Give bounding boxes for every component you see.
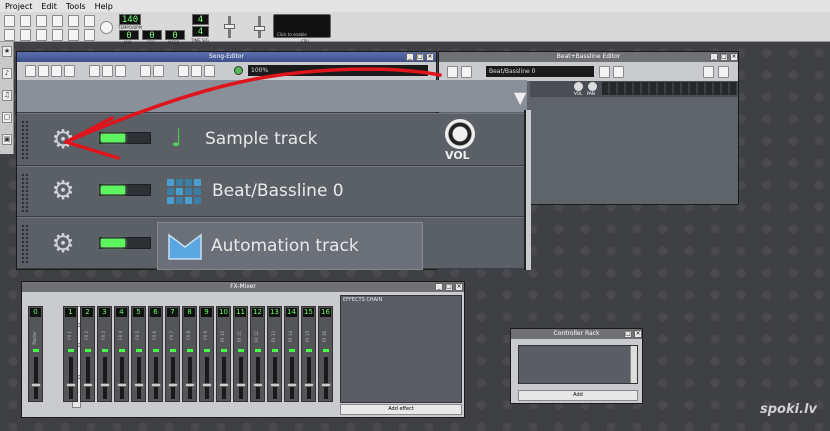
mixer-fader[interactable] [290,357,294,399]
fx-mixer-window: FX-Mixer _ □ × 0 Master A B C D 1FX 1 2F… [21,281,465,418]
mixer-channel-number: 5 [133,308,144,317]
controller-rack-close-button[interactable]: × [634,330,642,338]
effects-chain-panel: EFFECTS CHAIN [340,295,462,403]
mixer-channel-label: FX 14 [288,331,293,343]
mixer-channel-label: FX 2 [84,331,89,340]
mixer-channel-label: FX 10 [220,331,225,343]
mixer-strip-fx[interactable]: 1 FX 1 [63,306,78,402]
mixer-channel-number: 11 [235,308,246,317]
mixer-channel-number: 7 [167,308,178,317]
mixer-channel-number: 16 [320,308,331,317]
mixer-fader[interactable] [324,357,328,399]
mixer-strip-fx[interactable]: 2 FX 2 [80,306,95,402]
mixer-strip-fx[interactable]: 6 FX 6 [148,306,163,402]
watermark: spoki.lv [760,402,817,417]
mixer-channel-number: 13 [269,308,280,317]
mixer-strip-fx[interactable]: 10 FX 10 [216,306,231,402]
mixer-channel-number: 6 [150,308,161,317]
controller-rack-title: Controller Rack [511,329,642,339]
mixer-strip-master[interactable]: 0 Master [28,306,43,402]
mixer-fader[interactable] [171,357,175,399]
add-controller-button[interactable]: Add [518,390,638,401]
mixer-fader[interactable] [137,357,141,399]
mixer-channel-label: FX 8 [186,331,191,340]
mixer-strip-fx[interactable]: 7 FX 7 [165,306,180,402]
mixer-fader[interactable] [69,357,73,399]
mixer-channel-label: FX 12 [254,331,259,343]
fx-mixer-title: FX-Mixer [22,282,464,292]
mixer-fader[interactable] [34,357,38,399]
mixer-channel-number: 15 [303,308,314,317]
mixer-strip-fx[interactable]: 3 FX 3 [97,306,112,402]
mixer-strip-fx[interactable]: 14 FX 14 [284,306,299,402]
mixer-channel-number: 8 [184,308,195,317]
mixer-channel-number: 2 [82,308,93,317]
add-effect-button[interactable]: Add effect [340,404,462,415]
mixer-fader[interactable] [86,357,90,399]
mixer-channel-label: FX 3 [101,331,106,340]
controller-rack-maximize-button[interactable]: □ [624,330,632,338]
mixer-channel-label: FX 6 [152,331,157,340]
mixer-fader[interactable] [273,357,277,399]
mixer-channel-label: FX 5 [135,331,140,340]
mixer-channel-label: FX 15 [305,331,310,343]
mixer-strip-fx[interactable]: 13 FX 13 [267,306,282,402]
mixer-fader[interactable] [154,357,158,399]
mixer-channel-number: 9 [201,308,212,317]
mixer-fader[interactable] [222,357,226,399]
mixer-strip-fx[interactable]: 8 FX 8 [182,306,197,402]
mixer-channel-label: FX 4 [118,331,123,340]
mixer-fader[interactable] [103,357,107,399]
mixer-strip-fx[interactable]: 4 FX 4 [114,306,129,402]
mixer-strip-fx[interactable]: 15 FX 15 [301,306,316,402]
mixer-strip-fx[interactable]: 12 FX 12 [250,306,265,402]
mixer-channel-number: 10 [218,308,229,317]
controller-list-scrollbar[interactable] [630,346,637,383]
fx-mixer-close-button[interactable]: × [455,283,463,291]
mixer-channel-label: FX 11 [237,331,242,343]
mixer-channel-number: 14 [286,308,297,317]
mixer-strip-fx[interactable]: 11 FX 11 [233,306,248,402]
mixer-fader[interactable] [307,357,311,399]
mixer-fader[interactable] [205,357,209,399]
fx-mixer-minimize-button[interactable]: _ [435,283,443,291]
mixer-channel-number: 0 [30,308,41,317]
mixer-channel-label: FX 1 [67,331,72,340]
mixer-channel-label: FX 16 [322,331,327,343]
mixer-channel-label: Master [32,331,37,345]
mixer-channel-number: 12 [252,308,263,317]
mixer-channel-number: 1 [65,308,76,317]
mixer-fader[interactable] [188,357,192,399]
effects-chain-label: EFFECTS CHAIN [343,297,383,303]
mixer-channel-label: FX 9 [203,331,208,340]
mixer-strip-fx[interactable]: 5 FX 5 [131,306,146,402]
controller-list [518,345,638,384]
controller-rack-window: Controller Rack □ × Add [510,328,643,404]
mixer-strip-fx[interactable]: 9 FX 9 [199,306,214,402]
mixer-channel-number: 3 [99,308,110,317]
mixer-channel-number: 4 [116,308,127,317]
mixer-fader[interactable] [120,357,124,399]
mixer-strip-fx[interactable]: 16 FX 16 [318,306,333,402]
mixer-fader[interactable] [239,357,243,399]
mixer-fader[interactable] [256,357,260,399]
mixer-channel-label: FX 13 [271,331,276,343]
fx-mixer-maximize-button[interactable]: □ [445,283,453,291]
mixer-channel-label: FX 7 [169,331,174,340]
